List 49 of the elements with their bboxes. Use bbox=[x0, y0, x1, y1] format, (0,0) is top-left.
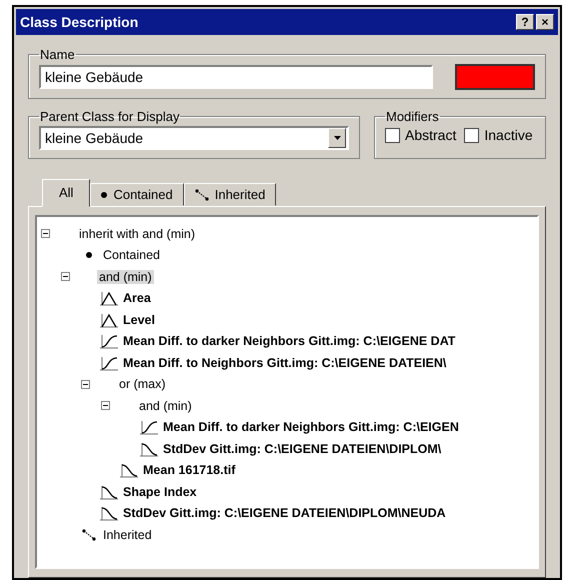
linked-dots-icon bbox=[82, 528, 96, 541]
tree-item[interactable]: StdDev Gitt.img: C:\EIGENE DATEIEN\DIPLOM\NEUDA bbox=[121, 506, 448, 520]
bell-curve-icon bbox=[99, 290, 119, 306]
falling-curve-icon bbox=[139, 440, 159, 457]
falling-curve-icon bbox=[99, 505, 119, 522]
checkbox[interactable] bbox=[385, 128, 400, 142]
bell-curve-icon bbox=[99, 312, 119, 328]
group-label: Modifiers bbox=[385, 109, 440, 124]
collapse-icon[interactable] bbox=[61, 272, 70, 282]
tree-item[interactable]: Mean Diff. to darker Neighbors Gitt.img: C:\EIGEN bbox=[161, 420, 461, 434]
tab[interactable]: Inherited bbox=[184, 183, 276, 206]
falling-curve-icon bbox=[99, 484, 119, 500]
group-label: Parent Class for Display bbox=[39, 109, 180, 124]
tree-item[interactable]: inherit with and (min) bbox=[77, 226, 198, 241]
close-button[interactable]: × bbox=[536, 14, 554, 30]
tree-item[interactable]: Mean Diff. to darker Neighbors Gitt.img: C:\EIGENE DAT bbox=[121, 334, 458, 348]
tree-item[interactable]: Shape Index bbox=[121, 484, 199, 499]
tree-item[interactable]: and (min) bbox=[97, 270, 154, 284]
tree-item[interactable]: Contained bbox=[101, 248, 162, 262]
tree-item[interactable]: Inherited bbox=[101, 528, 154, 542]
collapse-icon[interactable] bbox=[101, 401, 110, 410]
checkbox-label[interactable]: Abstract bbox=[405, 127, 456, 143]
tree-item[interactable]: Level bbox=[121, 312, 157, 327]
falling-curve-icon bbox=[119, 462, 139, 478]
rising-curve-icon bbox=[99, 354, 119, 371]
checkbox-label[interactable]: Inactive bbox=[484, 127, 533, 143]
tab[interactable]: All bbox=[42, 179, 90, 207]
tree-item[interactable]: Area bbox=[121, 291, 153, 306]
rising-curve-icon bbox=[99, 333, 119, 350]
tree-item[interactable]: or (max) bbox=[117, 377, 168, 392]
window-title: Class Description bbox=[20, 14, 138, 30]
rising-curve-icon bbox=[139, 419, 159, 436]
checkbox[interactable] bbox=[464, 128, 480, 142]
linked-dots-icon bbox=[194, 188, 209, 200]
color-swatch[interactable] bbox=[455, 64, 535, 90]
collapse-icon[interactable] bbox=[81, 380, 90, 389]
parent-class-dropdown[interactable]: kleine Gebäude bbox=[39, 126, 349, 150]
tab[interactable]: Contained bbox=[90, 183, 184, 206]
name-field[interactable]: kleine Gebäude bbox=[39, 65, 433, 89]
group-label: Name bbox=[39, 47, 76, 62]
dropdown-arrow-icon bbox=[334, 136, 340, 140]
tree-item[interactable]: Mean 161718.tif bbox=[141, 463, 238, 478]
tree-item[interactable]: Mean Diff. to Neighbors Gitt.img: C:\EIGENE DATEIEN\ bbox=[121, 356, 448, 370]
help-button[interactable]: ? bbox=[516, 14, 534, 30]
tree-item[interactable]: StdDev Gitt.img: C:\EIGENE DATEIEN\DIPLOM\ bbox=[161, 442, 444, 456]
dot-icon bbox=[101, 192, 108, 198]
collapse-icon[interactable] bbox=[41, 229, 50, 238]
dot-icon bbox=[86, 252, 92, 258]
tree-item[interactable]: and (min) bbox=[137, 398, 194, 413]
